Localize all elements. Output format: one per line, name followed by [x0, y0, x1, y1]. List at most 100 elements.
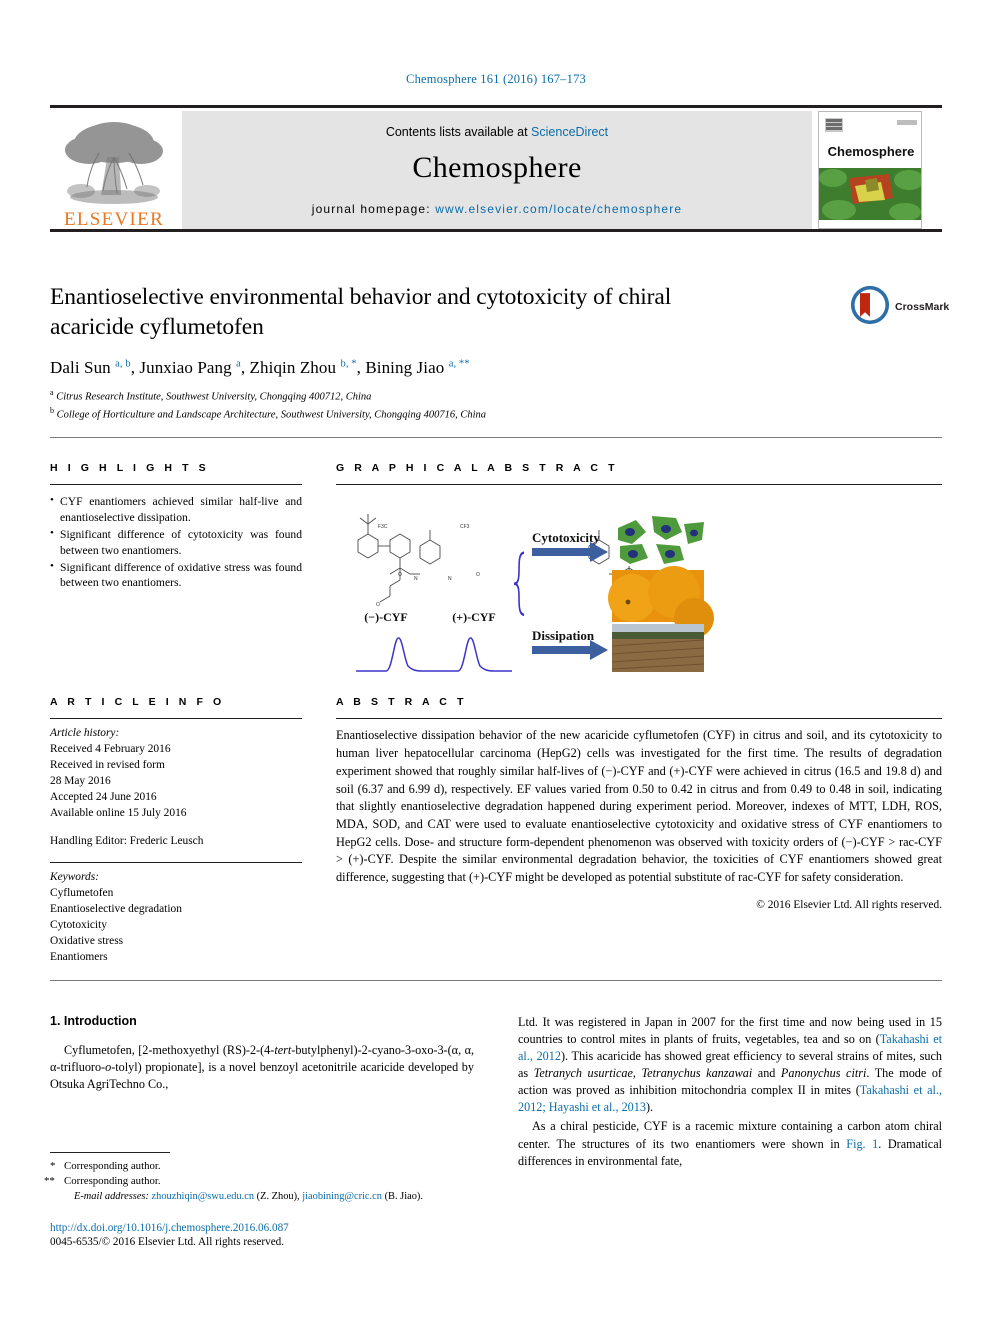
highlights-rule [50, 484, 302, 486]
sciencedirect-link[interactable]: ScienceDirect [531, 125, 608, 139]
graphical-abstract-section: G R A P H I C A L A B S T R A C T F3C O … [336, 462, 942, 680]
affiliation-a: a Citrus Research Institute, Southwest U… [50, 388, 372, 403]
svg-text:Chemosphere: Chemosphere [828, 144, 915, 159]
paragraph: Ltd. It was registered in Japan in 2007 … [518, 1015, 943, 1115]
corresponding-author-2: ** Corresponding author. [44, 1174, 474, 1189]
keyword-item: Enantioselective degradation [50, 903, 182, 916]
asterisk-icon: * [50, 1160, 56, 1172]
masthead-center-panel: Contents lists available at ScienceDirec… [182, 111, 812, 229]
journal-article-first-page: Chemosphere 161 (2016) 167–173 ELSEVIER … [0, 0, 992, 1323]
abstract-rule [336, 718, 942, 720]
abstract-text: Enantioselective dissipation behavior of… [336, 728, 942, 885]
graphical-abstract-rule [336, 484, 942, 486]
article-info-section: A R T I C L E I N F O Article history: R… [50, 696, 302, 966]
email-owner-jiao: (B. Jiao). [384, 1190, 423, 1202]
svg-text:O: O [398, 572, 402, 578]
email-owner-zhou: (Z. Zhou), [256, 1190, 300, 1202]
svg-text:CF3: CF3 [460, 524, 470, 530]
history-received: Received 4 February 2016 [50, 743, 171, 756]
journal-title: Chemosphere [412, 151, 582, 184]
article-history: Article history: Received 4 February 201… [50, 726, 302, 850]
svg-text:(−)-CYF: (−)-CYF [364, 610, 408, 624]
doi-link[interactable]: http://dx.doi.org/10.1016/j.chemosphere.… [50, 1222, 550, 1234]
elsevier-logo: ELSEVIER [50, 111, 178, 229]
paragraph: Cyflumetofen, [2-methoxyethyl (RS)-2-(4-… [50, 1043, 474, 1092]
history-accepted: Accepted 24 June 2016 [50, 791, 157, 804]
cytotoxicity-arrow [532, 542, 608, 563]
dissipation-arrow [532, 640, 608, 661]
body-column-right: Ltd. It was registered in Japan in 2007 … [518, 1014, 942, 1172]
paragraph: As a chiral pesticide, CYF is a racemic … [518, 1119, 943, 1168]
article-history-label: Article history: [50, 727, 120, 740]
issn-copyright-line: 0045-6535/© 2016 Elsevier Ltd. All right… [50, 1236, 285, 1248]
affiliations: a Citrus Research Institute, Southwest U… [50, 387, 942, 424]
contents-available-line: Contents lists available at ScienceDirec… [386, 125, 608, 139]
graphical-abstract-figure: F3C O N O CF3 O N (−)-CYF (+)-CYF Cytoto… [336, 506, 736, 678]
history-available-online: Available online 15 July 2016 [50, 807, 187, 820]
crossmark-icon [850, 285, 890, 330]
graphical-abstract-figure-box: F3C O N O CF3 O N (−)-CYF (+)-CYF Cytoto… [336, 494, 942, 680]
email-addresses-label: E-mail addresses: [74, 1190, 149, 1202]
abstract-heading: A B S T R A C T [336, 696, 467, 708]
article-info-heading: A R T I C L E I N F O [50, 696, 225, 708]
email-addresses: E-mail addresses: zhouzhiqin@swu.edu.cn … [50, 1190, 474, 1205]
highlights-heading: H I G H L I G H T S [50, 462, 210, 474]
highlights-section: H I G H L I G H T S CYF enantiomers achi… [50, 462, 302, 593]
hepg2-cells-image [612, 514, 704, 567]
svg-text:Cytotoxicity: Cytotoxicity [532, 530, 600, 545]
masthead-bottom-rule [50, 229, 942, 232]
author-list: Dali Sun a, b, Junxiao Pang a, Zhiqin Zh… [50, 358, 470, 378]
journal-homepage-url[interactable]: www.elsevier.com/locate/chemosphere [435, 202, 682, 216]
journal-cover-thumbnail: Chemosphere [818, 111, 922, 229]
body-column-left: 1. Introduction Cyflumetofen, [2-methoxy… [50, 1014, 474, 1095]
contents-available-text: Contents lists available at [385, 125, 528, 139]
footnote-block: * Corresponding author. ** Corresponding… [44, 1152, 474, 1205]
running-head: Chemosphere 161 (2016) 167–173 [406, 72, 586, 86]
history-revised-date: 28 May 2016 [50, 775, 111, 788]
list-item: CYF enantiomers achieved similar half-li… [50, 493, 302, 525]
crossmark-label: CrossMark [895, 301, 950, 313]
footnote-rule [50, 1152, 170, 1153]
svg-text:Dissipation: Dissipation [532, 628, 595, 643]
history-revised-label: Received in revised form [50, 759, 165, 772]
keywords-rule [50, 862, 302, 864]
email-link-zhou[interactable]: zhouzhiqin@swu.edu.cn [152, 1191, 255, 1202]
keyword-item: Cytotoxicity [50, 919, 107, 932]
svg-text:O: O [376, 602, 380, 608]
page-title: Enantioselective environmental behavior … [50, 284, 672, 341]
corresponding-author-1: * Corresponding author. [50, 1159, 474, 1174]
keywords-label: Keywords: [50, 871, 99, 884]
title-block: Enantioselective environmental behavior … [50, 282, 949, 424]
highlights-list: CYF enantiomers achieved similar half-li… [50, 493, 302, 591]
elsevier-wordmark: ELSEVIER [63, 209, 165, 230]
abstract-copyright: © 2016 Elsevier Ltd. All rights reserved… [756, 898, 942, 911]
soil-field-image [611, 624, 705, 673]
double-asterisk-icon: ** [44, 1175, 55, 1188]
crossmark-badge[interactable]: CrossMark [850, 284, 949, 330]
email-link-jiao[interactable]: jiaobining@cric.cn [302, 1191, 382, 1202]
footer-block: http://dx.doi.org/10.1016/j.chemosphere.… [50, 1222, 550, 1248]
affiliation-b: b College of Horticulture and Landscape … [50, 406, 487, 421]
svg-text:O: O [476, 572, 480, 578]
article-info-rule [50, 718, 302, 720]
journal-homepage-line: journal homepage: www.elsevier.com/locat… [312, 202, 682, 216]
list-item: Significant difference of oxidative stre… [50, 559, 302, 591]
keywords-block: Keywords: Cyflumetofen Enantioselective … [50, 870, 302, 966]
keyword-item: Enantiomers [50, 951, 108, 964]
svg-text:N: N [414, 576, 418, 582]
graphical-abstract-heading: G R A P H I C A L A B S T R A C T [336, 462, 619, 474]
svg-text:F3C: F3C [378, 524, 388, 530]
handling-editor: Handling Editor: Frederic Leusch [50, 835, 204, 848]
section-heading-introduction: 1. Introduction [50, 1014, 137, 1028]
elsevier-tree-icon [59, 117, 169, 209]
abstract-section: A B S T R A C T Enantioselective dissipa… [336, 696, 942, 911]
abstract-body-divider [50, 980, 942, 981]
journal-masthead: ELSEVIER Contents lists available at Sci… [50, 105, 942, 232]
keyword-item: Oxidative stress [50, 935, 124, 948]
title-section-divider [50, 437, 942, 438]
svg-text:N: N [448, 576, 452, 582]
keyword-item: Cyflumetofen [50, 887, 114, 900]
svg-text:(+)-CYF: (+)-CYF [452, 610, 496, 624]
journal-homepage-label: journal homepage: [311, 202, 431, 216]
masthead-top-rule [50, 105, 942, 108]
